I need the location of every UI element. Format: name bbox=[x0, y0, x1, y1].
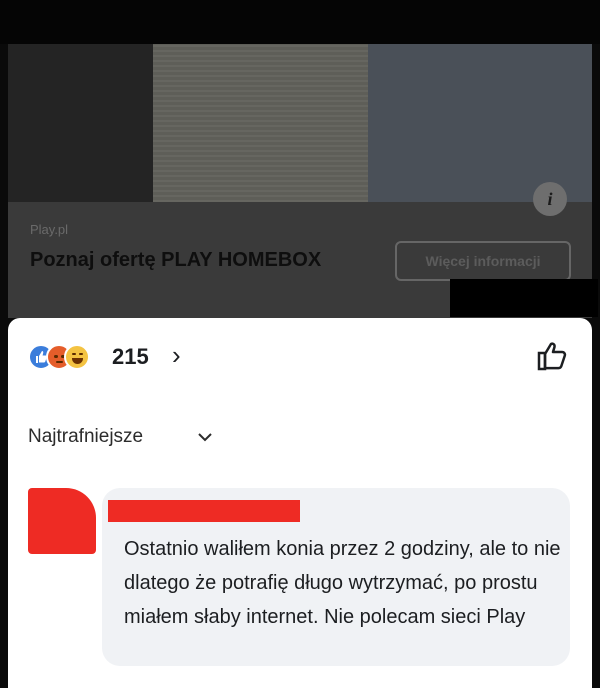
ad-title[interactable]: Poznaj ofertę PLAY HOMEBOX bbox=[30, 245, 330, 275]
ad-image-person bbox=[153, 44, 383, 202]
redacted-avatar[interactable] bbox=[28, 488, 96, 554]
ad-source: Play.pl bbox=[30, 222, 69, 237]
like-button-icon[interactable] bbox=[534, 338, 570, 374]
ad-image-right bbox=[368, 44, 592, 202]
comment-text: Ostatnio waliłem konia przez 2 godziny, … bbox=[124, 538, 561, 628]
chevron-down-icon[interactable] bbox=[195, 424, 215, 450]
haha-icon bbox=[64, 344, 90, 370]
redacted-author-name[interactable] bbox=[108, 500, 300, 522]
ad-image-left bbox=[8, 44, 158, 202]
chevron-right-icon[interactable]: › bbox=[172, 340, 181, 370]
reaction-count[interactable]: 215 bbox=[112, 344, 149, 370]
redaction-block bbox=[450, 279, 598, 317]
sort-dropdown[interactable]: Najtrafniejsze bbox=[28, 424, 143, 450]
ad-image[interactable] bbox=[8, 44, 592, 202]
redacted-top-bar bbox=[0, 0, 600, 44]
more-info-button[interactable]: Więcej informacji bbox=[395, 241, 571, 281]
info-icon[interactable]: i bbox=[533, 182, 567, 216]
